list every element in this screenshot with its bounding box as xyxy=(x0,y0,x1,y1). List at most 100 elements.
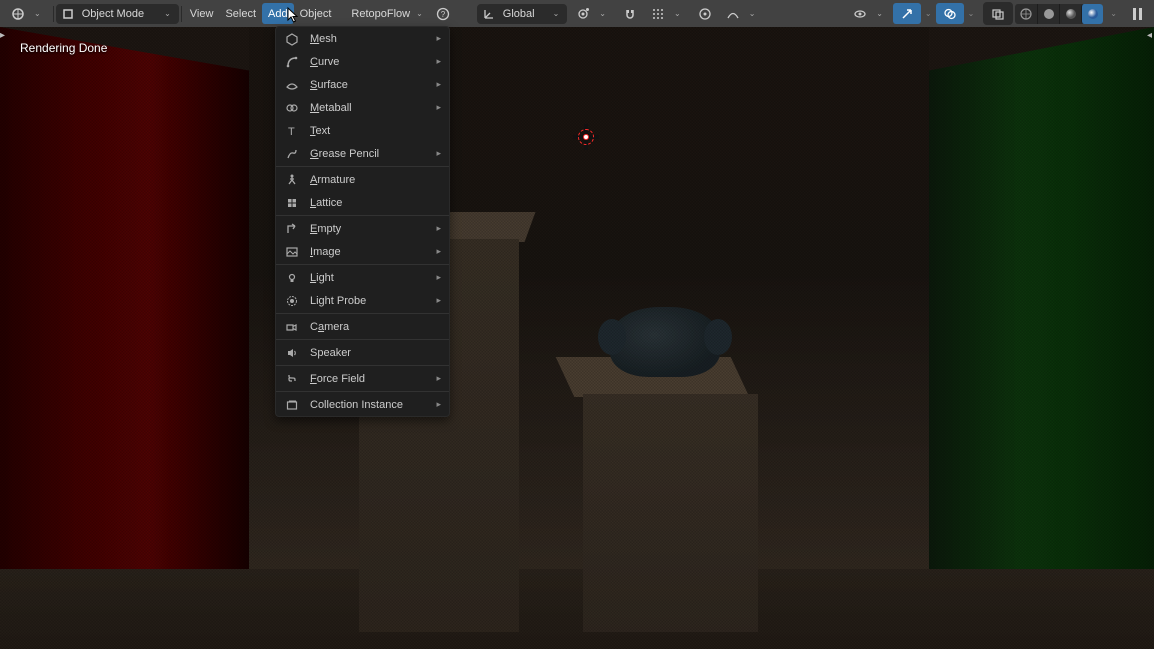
menu-item-curve[interactable]: Curve▸ xyxy=(276,50,449,73)
proportional-icon xyxy=(697,6,713,22)
curve-icon xyxy=(284,54,300,70)
chevron-down-icon: ⌄ xyxy=(412,9,427,18)
submenu-arrow-icon: ▸ xyxy=(436,148,441,159)
lat-icon xyxy=(284,195,300,211)
proportional-dropdown[interactable]: ⌄ xyxy=(719,3,766,24)
gp-icon xyxy=(284,146,300,162)
chevron-down-icon: ⌄ xyxy=(872,9,887,18)
falloff-icon xyxy=(725,6,741,22)
suzanne-object xyxy=(610,307,720,377)
shading-matprev[interactable] xyxy=(1059,4,1081,24)
orientation-dropdown[interactable]: Global ⌄ xyxy=(477,4,568,24)
submenu-arrow-icon: ▸ xyxy=(436,399,441,410)
shading-rendered[interactable] xyxy=(1081,4,1103,24)
mode-label: Object Mode xyxy=(82,8,144,20)
shading-mode-group xyxy=(1015,4,1103,24)
object-mode-icon xyxy=(60,6,76,22)
chevron-down-icon[interactable]: ⌄ xyxy=(964,9,979,18)
arm-icon xyxy=(284,172,300,188)
surface-icon xyxy=(284,77,300,93)
menu-item-text[interactable]: TText xyxy=(276,119,449,142)
submenu-arrow-icon: ▸ xyxy=(436,56,441,67)
shading-solid[interactable] xyxy=(1037,4,1059,24)
probe-icon xyxy=(284,293,300,309)
menu-item-light-probe[interactable]: Light Probe▸ xyxy=(276,289,449,312)
menu-item-empty[interactable]: Empty▸ xyxy=(276,217,449,240)
menu-item-image[interactable]: Image▸ xyxy=(276,240,449,263)
menu-item-mesh[interactable]: Mesh▸ xyxy=(276,27,449,50)
meta-icon xyxy=(284,100,300,116)
menu-item-surface[interactable]: Surface▸ xyxy=(276,73,449,96)
orientation-icon xyxy=(481,6,497,22)
view-menu[interactable]: View xyxy=(184,3,220,24)
menu-item-lattice[interactable]: Lattice xyxy=(276,191,449,214)
help-button[interactable]: ? xyxy=(429,3,457,24)
retopoflow-menu[interactable]: RetopoFlow ⌄ xyxy=(351,8,426,20)
submenu-arrow-icon: ▸ xyxy=(436,102,441,113)
menu-item-metaball[interactable]: Metaball▸ xyxy=(276,96,449,119)
snap-toggle[interactable] xyxy=(616,3,644,24)
pause-render-button[interactable] xyxy=(1127,8,1148,20)
menu-item-light[interactable]: Light▸ xyxy=(276,266,449,289)
help-icon: ? xyxy=(435,6,451,22)
render-status: Rendering Done xyxy=(20,41,107,55)
gizmo-toggle[interactable] xyxy=(893,3,921,24)
viewport-3d[interactable]: Rendering Done ▸ ◂ xyxy=(0,27,1154,649)
select-menu[interactable]: Select xyxy=(219,3,262,24)
pivot-dropdown[interactable]: ⌄ xyxy=(569,3,616,24)
magnet-icon xyxy=(622,6,638,22)
chevron-down-icon[interactable]: ⌄ xyxy=(1106,9,1121,18)
mode-dropdown[interactable]: Object Mode ⌄ xyxy=(56,4,179,24)
chevron-down-icon: ⌄ xyxy=(595,9,610,18)
spk-icon xyxy=(284,345,300,361)
mesh-icon xyxy=(284,31,300,47)
chevron-down-icon: ⌄ xyxy=(160,9,175,18)
ff-icon xyxy=(284,371,300,387)
chevron-down-icon: ⌄ xyxy=(745,9,760,18)
chevron-down-icon[interactable]: ⌄ xyxy=(921,9,936,18)
add-menu[interactable]: Add xyxy=(262,3,294,24)
menu-item-camera[interactable]: Camera xyxy=(276,315,449,338)
shading-wireframe[interactable] xyxy=(1015,4,1037,24)
svg-text:?: ? xyxy=(441,10,446,19)
snap-dropdown[interactable]: ⌄ xyxy=(644,3,691,24)
submenu-arrow-icon: ▸ xyxy=(436,246,441,257)
menu-item-collection-instance[interactable]: Collection Instance▸ xyxy=(276,393,449,416)
submenu-arrow-icon: ▸ xyxy=(436,272,441,283)
xray-toggle[interactable] xyxy=(984,3,1012,24)
editor-type-dropdown[interactable]: ⌄ xyxy=(4,3,51,24)
eye-icon xyxy=(852,6,868,22)
submenu-arrow-icon: ▸ xyxy=(436,223,441,234)
viewport-icon xyxy=(10,6,26,22)
submenu-arrow-icon: ▸ xyxy=(436,295,441,306)
menu-item-grease-pencil[interactable]: Grease Pencil▸ xyxy=(276,142,449,165)
submenu-arrow-icon: ▸ xyxy=(436,79,441,90)
coll-icon xyxy=(284,397,300,413)
proportional-toggle[interactable] xyxy=(691,3,719,24)
overlays-icon xyxy=(942,6,958,22)
pivot-icon xyxy=(575,6,591,22)
menu-item-speaker[interactable]: Speaker xyxy=(276,341,449,364)
menu-item-armature[interactable]: Armature xyxy=(276,168,449,191)
submenu-arrow-icon: ▸ xyxy=(436,373,441,384)
add-dropdown-menu: Mesh▸Curve▸Surface▸Metaball▸TTextGrease … xyxy=(275,26,450,417)
menu-item-force-field[interactable]: Force Field▸ xyxy=(276,367,449,390)
chevron-down-icon: ⌄ xyxy=(549,9,564,18)
visibility-dropdown[interactable]: ⌄ xyxy=(846,3,893,24)
object-menu[interactable]: Object xyxy=(294,3,338,24)
orientation-label: Global xyxy=(503,8,535,20)
overlays-toggle[interactable] xyxy=(936,3,964,24)
text-icon: T xyxy=(284,123,300,139)
light-icon xyxy=(284,270,300,286)
chevron-down-icon: ⌄ xyxy=(30,9,45,18)
svg-text:T: T xyxy=(288,126,295,138)
empty-icon xyxy=(284,221,300,237)
gizmo-icon xyxy=(899,6,915,22)
img-icon xyxy=(284,244,300,260)
chevron-down-icon: ⌄ xyxy=(670,9,685,18)
panel-expand-left-icon[interactable]: ▸ xyxy=(0,30,5,41)
snap-increment-icon xyxy=(650,6,666,22)
render-preview xyxy=(0,27,1154,649)
panel-expand-right-icon[interactable]: ◂ xyxy=(1147,30,1152,41)
viewport-header: ⌄ Object Mode ⌄ View Select Add Object R… xyxy=(0,0,1154,27)
